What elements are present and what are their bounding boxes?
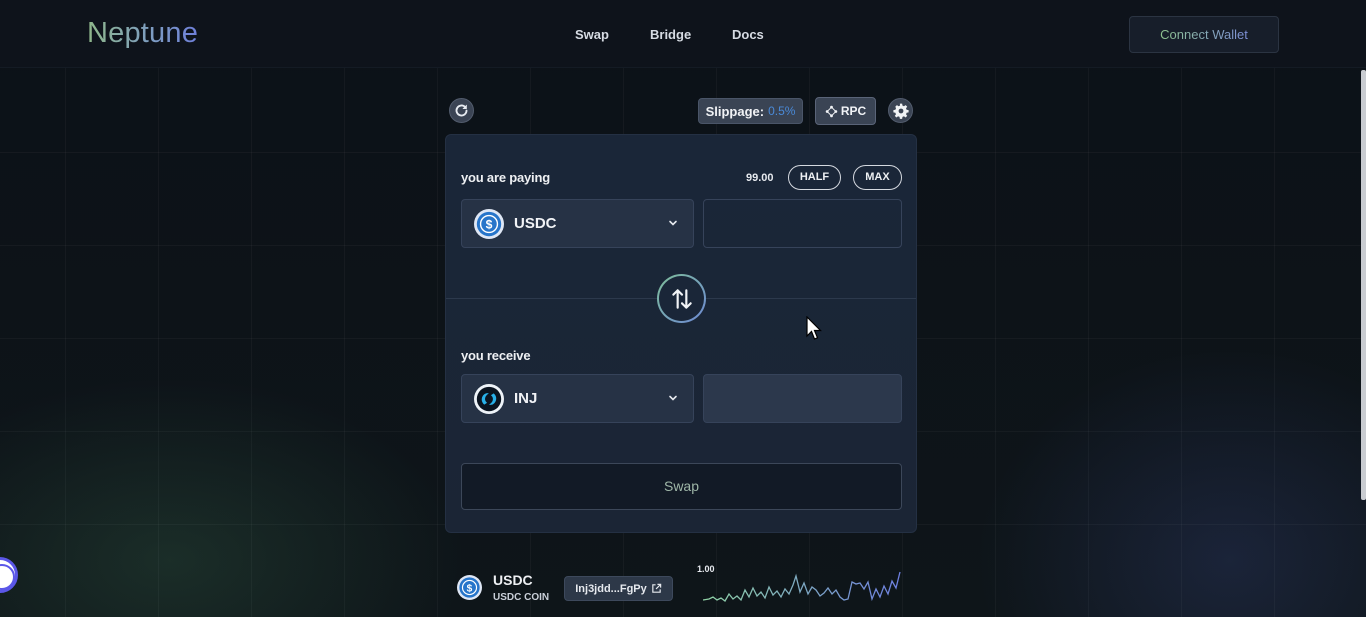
swap-card: you are paying 99.00 HALF MAX $ USDC you… [445,134,917,533]
gear-icon [892,103,909,119]
receive-token-select[interactable]: INJ [461,374,694,423]
token-info-symbol: USDC [493,572,533,588]
max-button[interactable]: MAX [853,165,902,190]
rpc-button[interactable]: RPC [815,97,876,125]
top-header: Neptune Swap Bridge Docs Connect Wallet [0,0,1366,68]
usdc-icon: $ [474,208,504,239]
receive-token-name: INJ [514,390,538,407]
chevron-down-icon [669,395,677,401]
token-address-link[interactable]: Inj3jdd...FgPy [564,576,673,601]
usdc-icon: $ [457,575,482,600]
logo[interactable]: Neptune [87,17,198,50]
chevron-down-icon [669,220,677,226]
pay-balance: 99.00 [746,172,774,184]
nav-swap[interactable]: Swap [575,27,609,42]
inj-icon [474,383,504,414]
nav-docs[interactable]: Docs [732,27,764,42]
pay-token-select[interactable]: $ USDC [461,199,694,248]
refresh-icon [455,104,468,117]
price-sparkline [703,571,901,602]
nav-bridge[interactable]: Bridge [650,27,691,42]
refresh-button[interactable] [449,98,474,123]
token-info-name: USDC COIN [493,592,550,603]
swap-arrows-icon [671,288,692,309]
connect-wallet-button[interactable]: Connect Wallet [1129,16,1279,53]
slippage-button[interactable]: Slippage: 0.5% [698,98,803,124]
page-scrollbar[interactable] [1361,70,1366,500]
rpc-label: RPC [840,104,867,118]
pay-token-name: USDC [514,215,557,232]
slippage-value: 0.5% [768,104,796,118]
receive-amount-input[interactable] [703,374,902,423]
swap-button[interactable]: Swap [461,463,902,510]
svg-text:$: $ [467,583,473,594]
pay-label: you are paying [461,170,550,185]
token-address: Inj3jdd...FgPy [575,582,647,595]
pay-amount-input[interactable] [703,199,902,248]
mouse-cursor-icon [806,316,822,340]
switch-tokens-button[interactable] [657,274,706,323]
half-button[interactable]: HALF [788,165,841,190]
external-link-icon [651,583,661,593]
connect-wallet-label: Connect Wallet [1160,27,1248,42]
receive-label: you receive [461,348,531,363]
network-icon [825,105,838,117]
slippage-label: Slippage: [705,103,765,119]
settings-button[interactable] [888,98,913,123]
svg-text:$: $ [486,217,493,231]
